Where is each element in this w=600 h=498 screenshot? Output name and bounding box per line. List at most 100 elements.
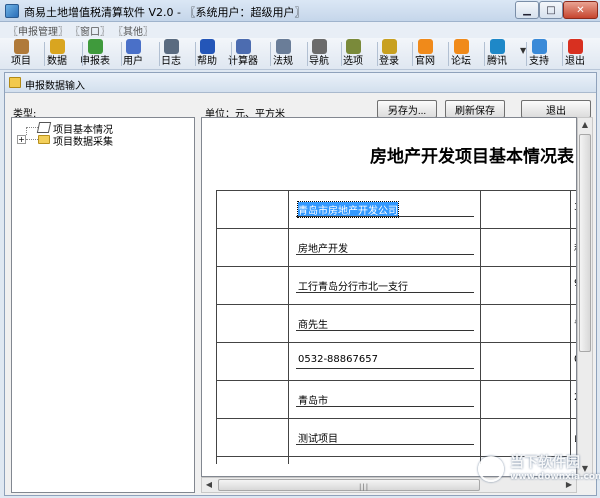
toolbar-button-label: 项目 <box>11 56 31 67</box>
navigation-icon <box>311 39 327 54</box>
grip-icon: ||| <box>359 483 370 491</box>
toolbar-button-label: 支持 <box>529 56 549 67</box>
field-value-input[interactable]: 测试项目 <box>298 430 338 445</box>
menu-other[interactable]: 〖其他〗 <box>113 23 153 38</box>
tree-connector <box>26 139 38 140</box>
field-underline <box>296 292 474 293</box>
field-underline <box>296 444 474 445</box>
toolbar-button-8[interactable]: 法规 <box>266 39 300 69</box>
tree-connector <box>26 127 27 135</box>
grid-line <box>288 190 289 464</box>
vertical-scroll-thumb[interactable] <box>579 134 591 352</box>
toolbar-button-label: 论坛 <box>451 56 471 67</box>
field-underline <box>296 406 474 407</box>
tencent-qq-icon <box>489 39 505 54</box>
toolbar-button-13[interactable]: 论坛 <box>444 39 478 69</box>
scroll-left-icon[interactable]: ◀ <box>202 478 216 492</box>
grid-line <box>216 190 576 191</box>
grid-line <box>216 190 217 464</box>
field-value-input[interactable]: 房地产开发 <box>298 240 348 255</box>
document-icon <box>36 122 52 133</box>
toolbar-separator <box>412 42 413 66</box>
grid-line <box>216 418 576 419</box>
folder-icon <box>38 135 50 144</box>
save-as-button[interactable]: 另存为... <box>377 100 437 118</box>
options-icon <box>345 39 361 54</box>
field-value-input[interactable]: 商先生 <box>298 316 328 331</box>
data-input-window: 申报数据输入 类型: 单位：元、平方米 另存为... 刷新保存 退出 项目基本情… <box>4 72 597 496</box>
watermark: 当下软件园 www.downxia.com <box>478 450 600 494</box>
user-icon <box>125 39 141 54</box>
minimize-button[interactable]: ▁ <box>515 1 539 19</box>
close-button[interactable]: ✕ <box>563 1 598 19</box>
field-underline <box>296 368 474 369</box>
toolbar-separator <box>159 42 160 66</box>
menu-window[interactable]: 〖窗口〗 <box>70 23 110 38</box>
vertical-scrollbar[interactable]: ▲ ▼ <box>577 117 593 477</box>
toolbar-separator <box>270 42 271 66</box>
menu-declaration-management[interactable]: 〖申报管理〗 <box>8 23 68 38</box>
window-title: 商易土地增值税清算软件 V2.0 - 〖系统用户：超级用户〗 <box>24 6 306 19</box>
watermark-logo-icon <box>478 456 504 482</box>
toolbar-separator <box>44 42 45 66</box>
field-underline <box>296 330 474 331</box>
forum-rss-icon <box>453 39 469 54</box>
help-icon <box>199 39 215 54</box>
grid-line <box>216 228 576 229</box>
toolbar-separator <box>195 42 196 66</box>
refresh-save-button[interactable]: 刷新保存 <box>445 100 505 118</box>
toolbar-separator <box>377 42 378 66</box>
toolbar-button-label: 腾讯 <box>487 56 507 67</box>
field-value-input[interactable]: 青岛市房地产开发公司 <box>297 201 399 218</box>
toolbar-button-label: 数据 <box>47 56 67 67</box>
horizontal-scroll-thumb[interactable]: ||| <box>218 479 480 491</box>
grid-line <box>216 266 576 267</box>
login-icon <box>381 39 397 54</box>
toolbar-button-label: 官网 <box>415 56 435 67</box>
toolbar: 项目 数据 申报表 用户 日志 帮助 计算器 法规 导航 选项 登录 官网 论坛 腾讯 支持 退出 <box>0 38 600 70</box>
website-rss-icon <box>417 39 433 54</box>
project-icon <box>13 39 29 54</box>
toolbar-button-label: 申报表 <box>80 56 110 67</box>
toolbar-separator <box>341 42 342 66</box>
expand-icon[interactable]: + <box>17 135 26 144</box>
toolbar-button-label: 法规 <box>273 56 293 67</box>
basic-info-form: 房地产开发项目基本情况表 纳税人名称:青岛市房地产开发公司纳税人识别号:3702… <box>201 117 577 477</box>
tree-item-project-data-collection[interactable]: 项目数据采集 <box>53 133 113 148</box>
field-underline <box>296 216 474 217</box>
folder-icon <box>9 77 21 88</box>
toolbar-button-14[interactable]: 腾讯 <box>480 39 514 69</box>
toolbar-button-12[interactable]: 官网 <box>408 39 442 69</box>
watermark-text: 当下软件园 <box>510 455 580 471</box>
toolbar-button-1[interactable]: 项目 <box>4 39 38 69</box>
toolbar-separator <box>562 42 563 66</box>
scroll-up-icon[interactable]: ▲ <box>578 118 592 132</box>
power-icon <box>567 39 583 54</box>
toolbar-separator <box>82 42 83 66</box>
toolbar-button-2[interactable]: 数据 <box>40 39 74 69</box>
data-icon <box>49 39 65 54</box>
calculator-icon <box>235 39 251 54</box>
field-value-input[interactable]: 青岛市 <box>298 392 328 407</box>
toolbar-button-3[interactable]: 申报表 <box>78 39 112 69</box>
toolbar-separator <box>484 42 485 66</box>
grid-line <box>216 342 576 343</box>
field-value-input[interactable]: 工行青岛分行市北一支行 <box>298 278 408 293</box>
field-underline <box>296 254 474 255</box>
maximize-button[interactable]: □ <box>539 1 563 19</box>
tencent-dropdown-arrow-icon[interactable]: ▼ <box>520 46 526 55</box>
maximize-icon: □ <box>546 4 556 16</box>
form-title: 房地产开发项目基本情况表 <box>370 147 574 167</box>
watermark-url: www.downxia.com <box>510 472 600 482</box>
type-tree[interactable]: 项目基本情况 + 项目数据采集 <box>11 117 195 493</box>
grid-line <box>570 190 571 464</box>
declaration-form-icon <box>87 39 103 54</box>
field-value-input[interactable]: 0532-88867657 <box>298 354 378 365</box>
exit-button[interactable]: 退出 <box>521 100 591 118</box>
menu-bar: 〖申报管理〗 〖窗口〗 〖其他〗 <box>0 22 600 38</box>
toolbar-button-15[interactable]: 支持 <box>522 39 556 69</box>
toolbar-separator <box>307 42 308 66</box>
toolbar-button-16[interactable]: 退出 <box>558 39 592 69</box>
data-input-window-titlebar: 申报数据输入 <box>5 73 596 93</box>
grid-line <box>216 380 576 381</box>
